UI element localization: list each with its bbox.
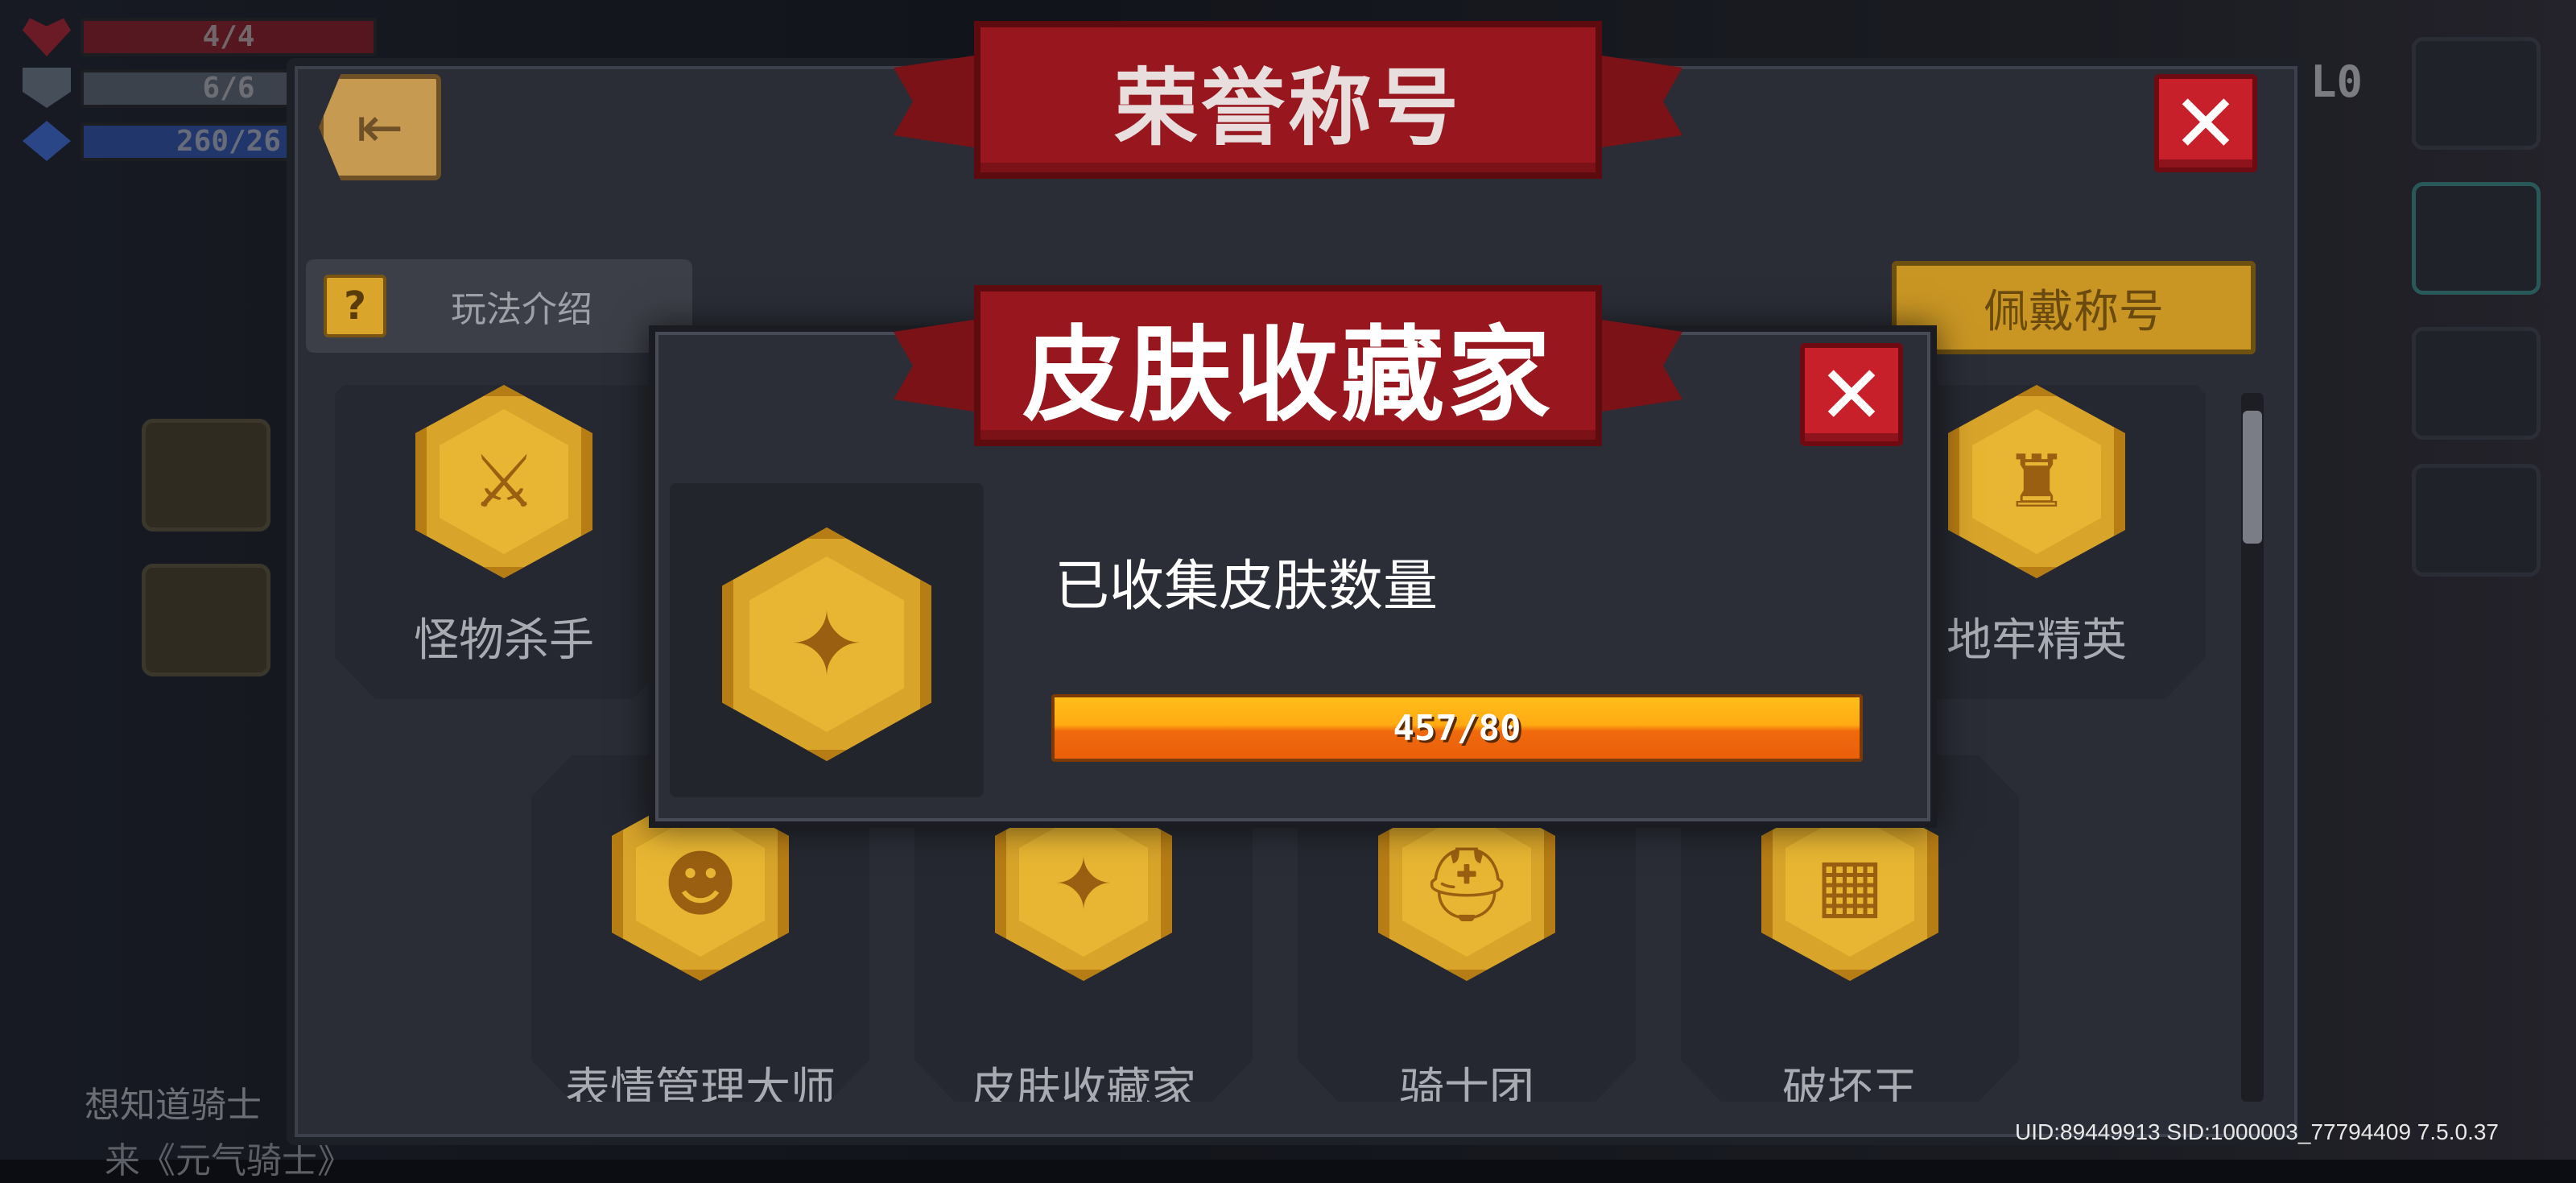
- collection-progress-bar: 457/80: [1051, 694, 1863, 762]
- tower-badge-icon: ♜: [1948, 385, 2125, 578]
- energy-icon: [23, 121, 71, 161]
- popup-title-ribbon: 皮肤收藏家: [894, 285, 1682, 446]
- panel-title-ribbon: 荣誉称号: [894, 21, 1682, 179]
- pause-button[interactable]: [2412, 37, 2541, 150]
- hp-text: 4/4: [202, 20, 255, 53]
- popup-close-button[interactable]: ✕: [1800, 343, 1903, 446]
- popup-title: 皮肤收藏家: [1022, 315, 1554, 436]
- hp-bar: 4/4: [80, 18, 377, 56]
- how-to-play-label: 玩法介绍: [451, 289, 592, 330]
- title-label: 表情管理大师: [565, 1064, 836, 1116]
- wear-title-button[interactable]: 佩戴称号: [1892, 261, 2256, 354]
- map-pin-button[interactable]: [142, 419, 270, 532]
- shop-cart-button[interactable]: [2412, 182, 2541, 295]
- crossed-swords-badge-icon: ⚔: [415, 385, 592, 578]
- title-label: 骑士团: [1399, 1064, 1534, 1116]
- help-icon: ?: [324, 275, 386, 337]
- progress-text: 457/80: [1393, 707, 1521, 749]
- profile-button[interactable]: [2412, 327, 2541, 440]
- background-hint-line1: 想知道骑士: [85, 1085, 262, 1126]
- stairs-button[interactable]: [2412, 464, 2541, 577]
- title-label: 怪物杀手: [414, 614, 594, 667]
- refresh-button[interactable]: [142, 564, 270, 676]
- popup-description: 已收集皮肤数量: [1055, 555, 1439, 618]
- close-icon: ✕: [2172, 76, 2240, 171]
- title-label: 破坏王: [1782, 1064, 1918, 1116]
- exit-arrow-icon: ⇤: [356, 94, 404, 160]
- bag-badge-icon: ✦: [722, 527, 931, 761]
- popup-badge-frame: ✦: [670, 483, 984, 797]
- uid-footer: UID:89449913 SID:1000003_77794409 7.5.0.…: [2015, 1119, 2499, 1144]
- how-to-play-button[interactable]: ? 玩法介绍: [306, 259, 692, 353]
- close-icon: ✕: [1818, 347, 1885, 442]
- back-button[interactable]: ⇤: [319, 74, 441, 180]
- panel-title: 荣誉称号: [1113, 58, 1462, 157]
- title-card[interactable]: ⚔ 怪物杀手: [335, 385, 673, 699]
- shield-icon: [23, 68, 71, 108]
- title-label: 皮肤收藏家: [971, 1064, 1196, 1116]
- panel-close-button[interactable]: ✕: [2154, 74, 2257, 172]
- heart-icon: [23, 18, 71, 56]
- right-counter: L0: [2310, 56, 2363, 107]
- scrollbar-thumb[interactable]: [2243, 411, 2262, 544]
